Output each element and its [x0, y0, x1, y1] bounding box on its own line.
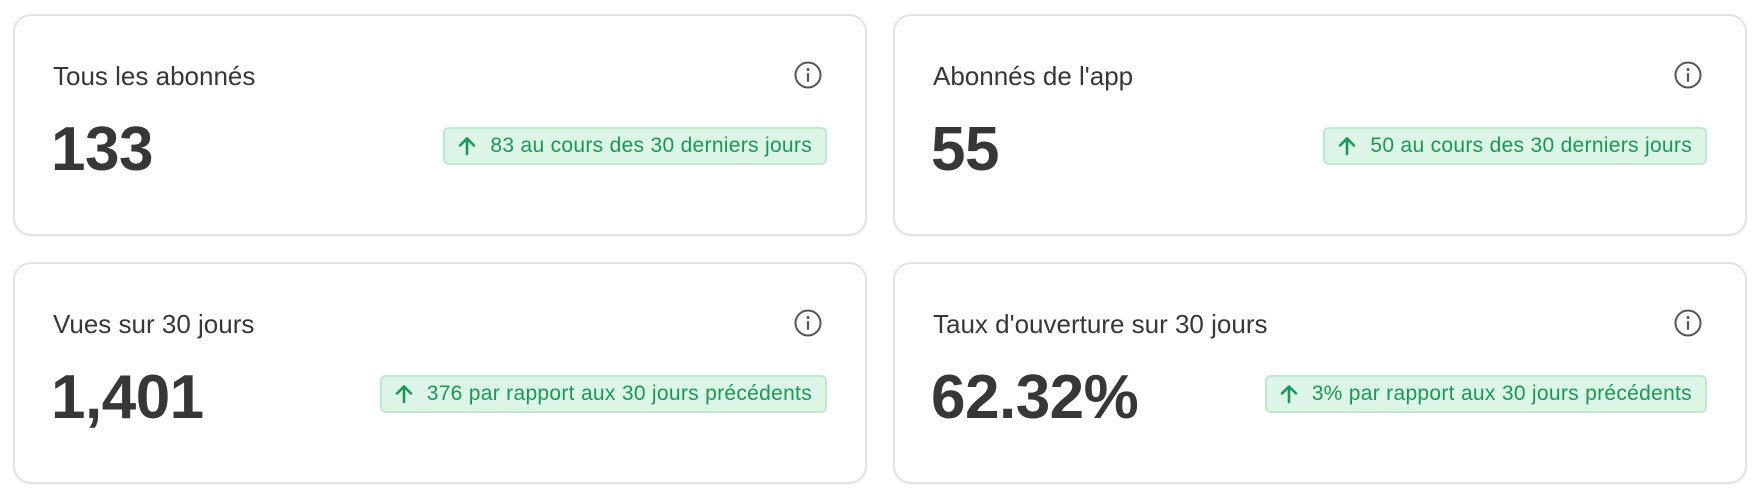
info-icon[interactable]: [1673, 308, 1703, 338]
trend-badge: 3% par rapport aux 30 jours précédents: [1264, 375, 1707, 413]
trend-badge: 376 par rapport aux 30 jours précédents: [379, 375, 827, 413]
stat-card-all-subscribers: Tous les abonnés 133 83 au cours des 30 …: [13, 14, 867, 236]
trend-text: 3% par rapport aux 30 jours précédents: [1311, 382, 1692, 405]
trend-text: 50 au cours des 30 derniers jours: [1370, 134, 1692, 157]
arrow-up-icon: [1336, 135, 1358, 157]
card-title: Vues sur 30 jours: [53, 309, 255, 339]
card-title: Abonnés de l'app: [933, 61, 1134, 91]
stat-value: 1,401: [51, 363, 204, 432]
info-icon[interactable]: [793, 60, 823, 90]
arrow-up-icon: [1278, 383, 1300, 405]
stat-card-views-30-days: Vues sur 30 jours 1,401 376 par rapport …: [13, 262, 867, 484]
stat-value: 55: [931, 115, 999, 184]
info-icon[interactable]: [1673, 60, 1703, 90]
stat-value: 62.32%: [931, 363, 1139, 432]
card-title: Tous les abonnés: [53, 61, 256, 91]
card-title: Taux d'ouverture sur 30 jours: [933, 309, 1268, 339]
trend-text: 83 au cours des 30 derniers jours: [490, 134, 812, 157]
trend-text: 376 par rapport aux 30 jours précédents: [426, 382, 812, 405]
arrow-up-icon: [393, 383, 415, 405]
trend-badge: 50 au cours des 30 derniers jours: [1323, 127, 1707, 165]
arrow-up-icon: [456, 135, 478, 157]
stat-card-app-subscribers: Abonnés de l'app 55 50 au cours des 30 d…: [893, 14, 1747, 236]
stat-card-open-rate-30-days: Taux d'ouverture sur 30 jours 62.32% 3% …: [893, 262, 1747, 484]
trend-badge: 83 au cours des 30 derniers jours: [443, 127, 827, 165]
info-icon[interactable]: [793, 308, 823, 338]
stat-value: 133: [51, 115, 153, 184]
